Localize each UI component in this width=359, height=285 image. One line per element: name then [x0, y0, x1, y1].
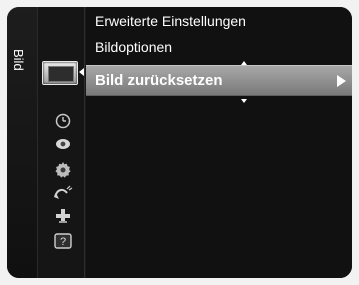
menu-item-erweiterte-einstellungen[interactable]: Erweiterte Einstellungen: [95, 9, 246, 33]
clock-icon[interactable]: [51, 112, 75, 130]
arrow-right-icon: [337, 75, 346, 87]
gear-icon[interactable]: [51, 160, 75, 178]
svg-text:?: ?: [60, 236, 66, 248]
camera-icon[interactable]: [51, 135, 75, 153]
picture-icon[interactable]: [42, 61, 78, 85]
satellite-icon[interactable]: [51, 183, 75, 201]
help-icon[interactable]: ?: [51, 232, 75, 250]
tv-menu: Bild ? Erweiterte Einstellungen Bildopti…: [7, 7, 352, 278]
selected-item-label: Bild zurücksetzen: [95, 72, 223, 89]
arrow-down-icon: [241, 99, 247, 103]
menu-label-strip: Bild: [7, 7, 37, 278]
menu-item-bildoptionen[interactable]: Bildoptionen: [95, 35, 172, 59]
arrow-up-icon: [241, 61, 247, 65]
submenu-panel: Erweiterte Einstellungen Bildoptionen: [86, 7, 352, 278]
chevron-left-icon: [79, 68, 84, 76]
cross-icon[interactable]: [51, 207, 75, 225]
menu-item-bild-zuruecksetzen[interactable]: Bild zurücksetzen: [86, 65, 352, 96]
icon-strip: ?: [37, 7, 85, 278]
menu-label: Bild: [11, 49, 26, 71]
